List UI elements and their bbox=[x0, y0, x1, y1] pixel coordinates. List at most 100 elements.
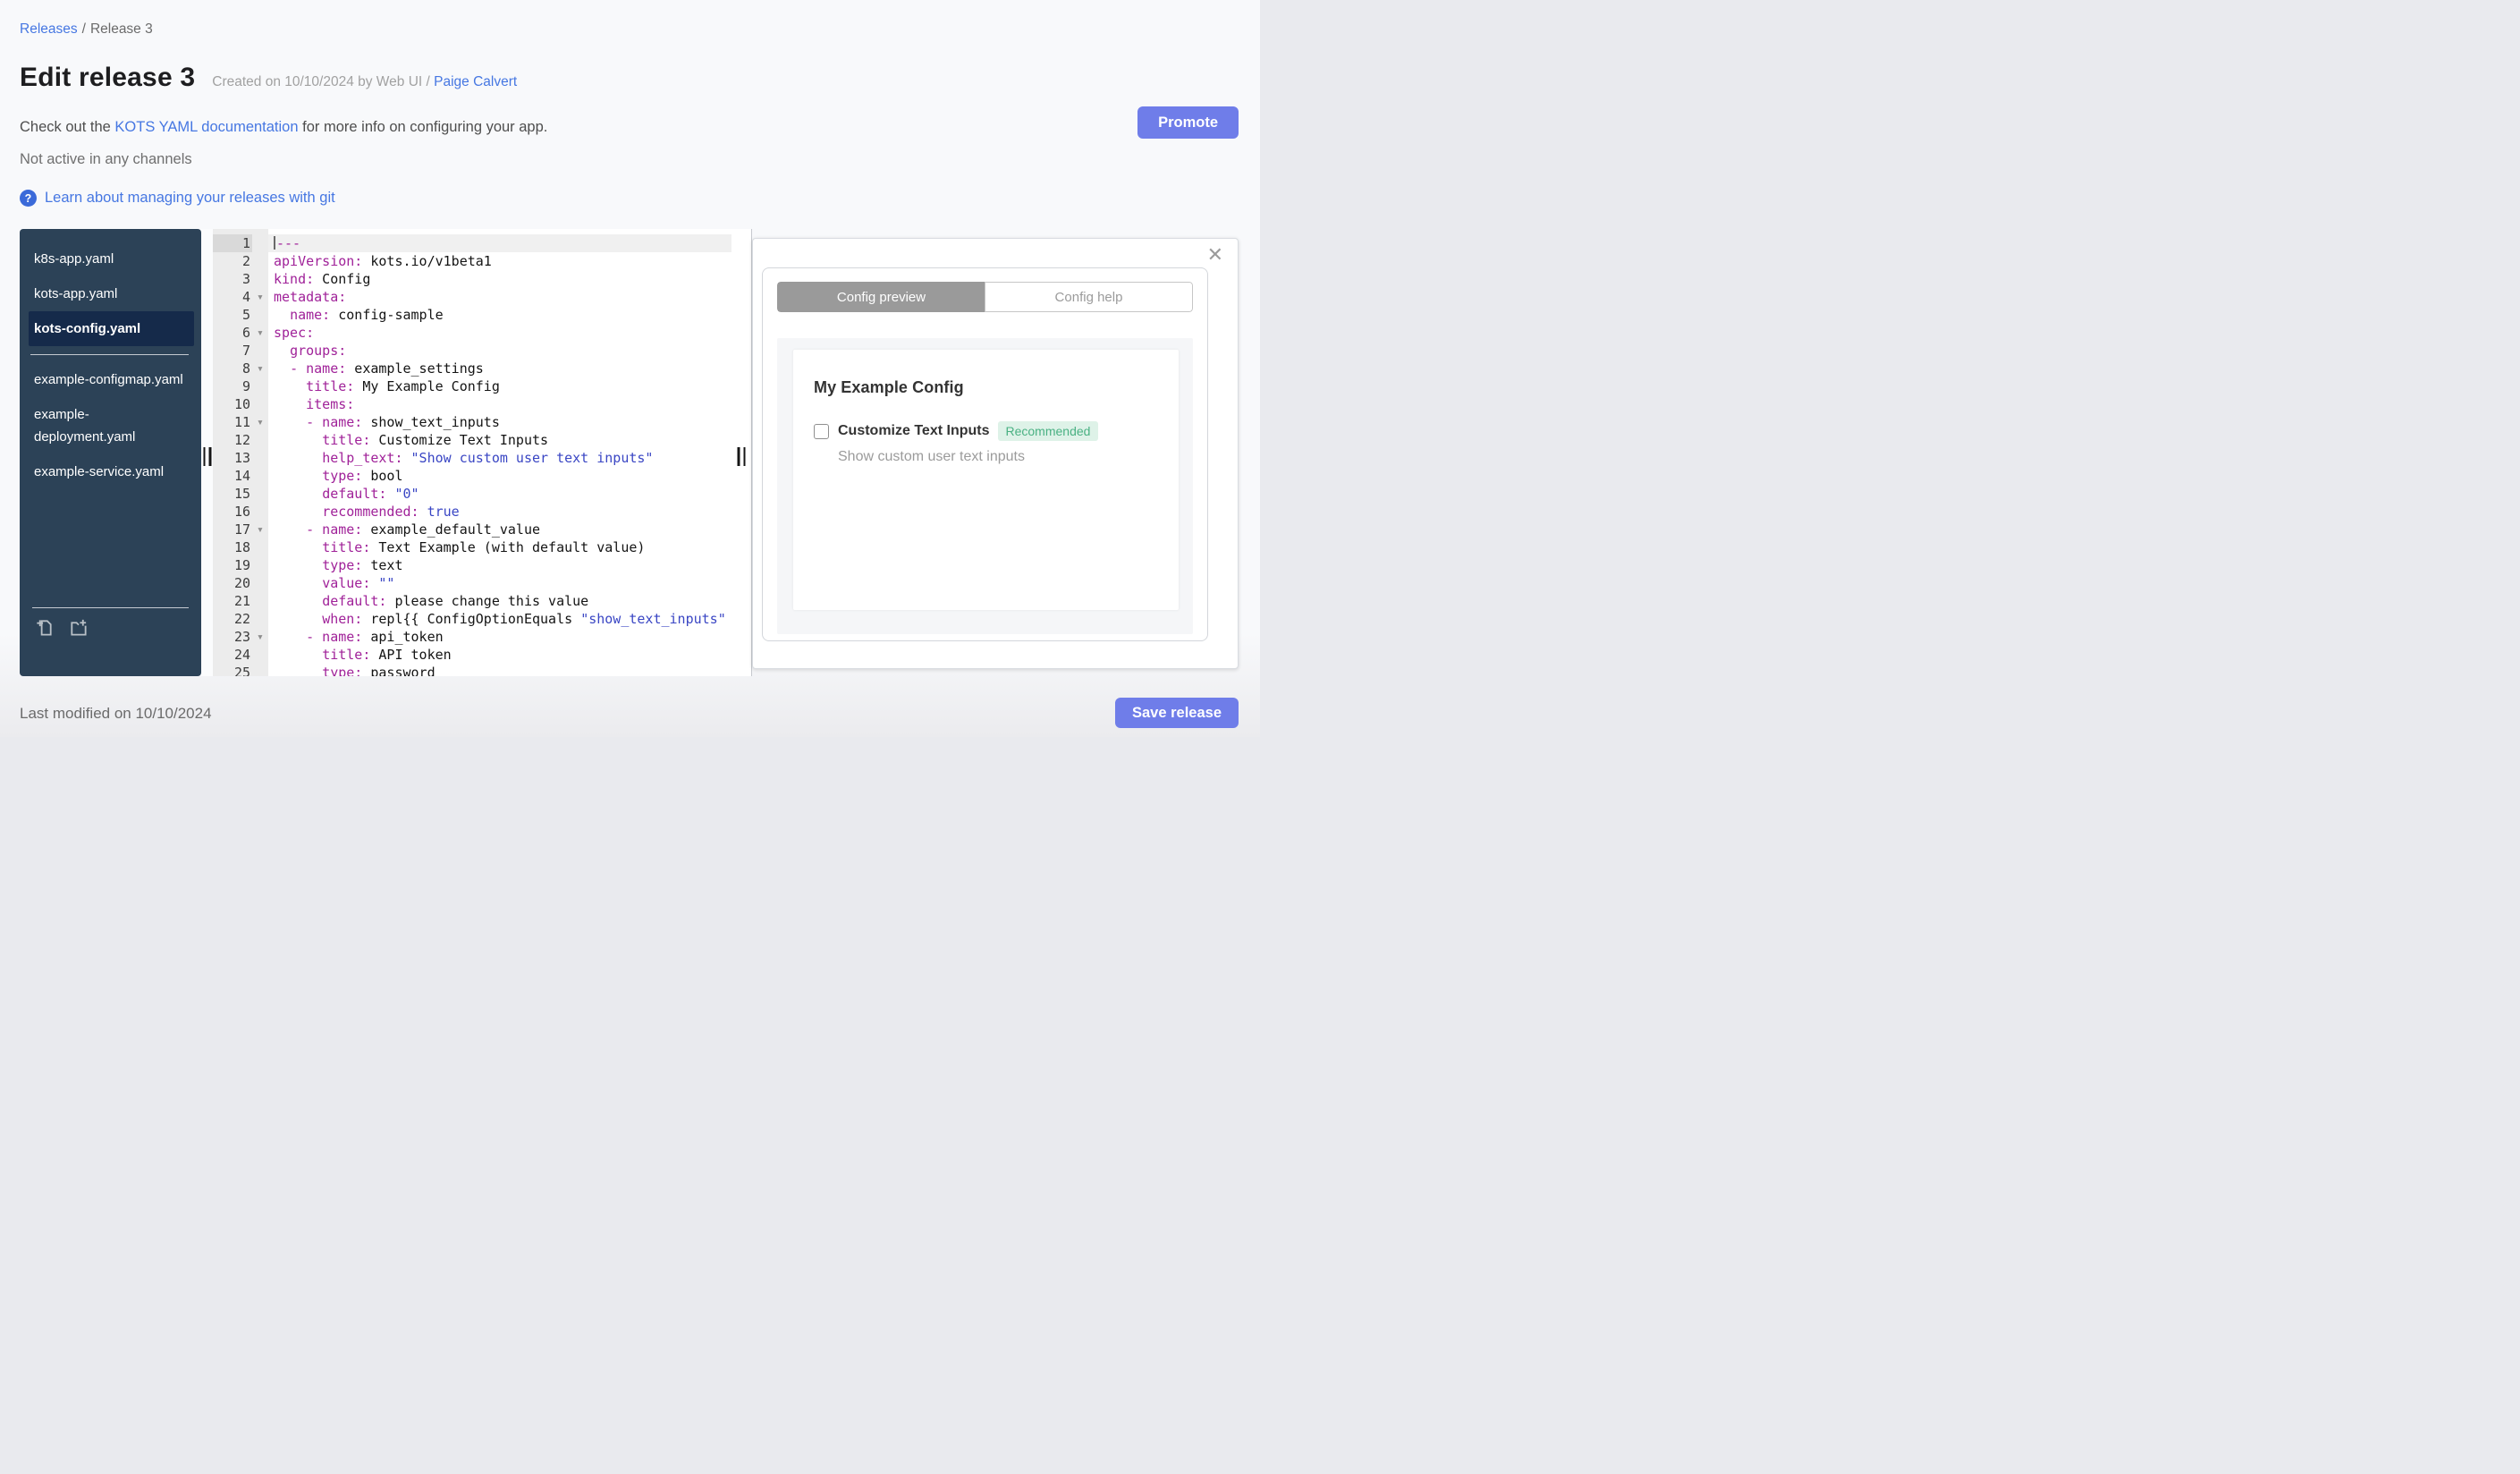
code-line[interactable]: 18 title: Text Example (with default val… bbox=[213, 538, 731, 556]
code-line[interactable]: 3 kind: Config bbox=[213, 270, 731, 288]
file-tree-item[interactable]: example-service.yaml bbox=[29, 454, 194, 489]
line-number: 22 bbox=[233, 611, 250, 627]
code-line[interactable]: 11 ▼ - name: show_text_inputs bbox=[213, 413, 731, 431]
config-group-title: My Example Config bbox=[814, 378, 964, 396]
fold-gutter bbox=[252, 395, 268, 413]
line-number: 11 bbox=[233, 414, 250, 430]
code-line[interactable]: 14 type: bool bbox=[213, 467, 731, 485]
config-item-checkbox[interactable] bbox=[814, 423, 829, 439]
line-number: 12 bbox=[233, 432, 250, 448]
code-line[interactable]: 17 ▼ - name: example_default_value bbox=[213, 521, 731, 538]
channel-status: Not active in any channels bbox=[20, 151, 192, 167]
fold-arrow-icon[interactable]: ▼ bbox=[252, 521, 268, 538]
code-text: type: password bbox=[322, 665, 436, 676]
docs-hint-after: for more info on configuring your app. bbox=[298, 119, 548, 135]
fold-arrow-icon[interactable]: ▼ bbox=[252, 324, 268, 342]
fold-arrow-icon[interactable]: ▼ bbox=[252, 628, 268, 646]
created-by-link[interactable]: Paige Calvert bbox=[434, 74, 517, 89]
code-line[interactable]: 4 ▼ metadata: bbox=[213, 288, 731, 306]
code-line[interactable]: 23 ▼ - name: api_token bbox=[213, 628, 731, 646]
code-line[interactable]: 20 value: "" bbox=[213, 574, 731, 592]
code-line[interactable]: 21 default: please change this value bbox=[213, 592, 731, 610]
title-row: Edit release 3 Created on 10/10/2024 by … bbox=[20, 63, 517, 93]
preview-tabbar: Config preview Config help bbox=[777, 282, 1193, 312]
line-number: 7 bbox=[241, 343, 250, 359]
code-text: kind: Config bbox=[274, 271, 371, 287]
created-text: Created on 10/10/2024 by Web UI / bbox=[212, 74, 430, 89]
fold-gutter bbox=[252, 592, 268, 610]
editor-resize-strip bbox=[731, 229, 752, 676]
code-text: type: text bbox=[322, 557, 403, 573]
line-number: 20 bbox=[233, 575, 250, 591]
tab-config-help[interactable]: Config help bbox=[985, 282, 1193, 312]
file-tree-item[interactable]: k8s-app.yaml bbox=[29, 241, 194, 276]
yaml-editor[interactable]: 1 --- 2 apiVersion: kots.io/v1beta1 3 kind: C… bbox=[213, 229, 731, 676]
code-line[interactable]: 5 name: config-sample bbox=[213, 306, 731, 324]
code-line[interactable]: 12 title: Customize Text Inputs bbox=[213, 431, 731, 449]
code-text: title: API token bbox=[322, 647, 452, 663]
line-number: 18 bbox=[233, 539, 250, 555]
add-file-icon[interactable] bbox=[34, 617, 55, 642]
code-text: --- bbox=[268, 234, 731, 252]
line-number: 3 bbox=[241, 271, 250, 287]
code-line[interactable]: 8 ▼ - name: example_settings bbox=[213, 360, 731, 377]
git-releases-link[interactable]: Learn about managing your releases with … bbox=[45, 190, 335, 207]
tab-config-preview[interactable]: Config preview bbox=[777, 282, 985, 312]
line-number: 14 bbox=[233, 468, 250, 484]
code-line[interactable]: 2 apiVersion: kots.io/v1beta1 bbox=[213, 252, 731, 270]
rendered-config-card: My Example Config Customize Text Inputs … bbox=[793, 350, 1179, 610]
preview-drag-handle[interactable] bbox=[737, 447, 746, 466]
kots-yaml-docs-link[interactable]: KOTS YAML documentation bbox=[114, 119, 298, 135]
code-text: default: "0" bbox=[322, 486, 419, 502]
add-folder-icon[interactable] bbox=[68, 617, 89, 642]
line-number: 23 bbox=[233, 629, 250, 645]
code-line[interactable]: 15 default: "0" bbox=[213, 485, 731, 503]
code-line[interactable]: 10 items: bbox=[213, 395, 731, 413]
code-text: apiVersion: kots.io/v1beta1 bbox=[274, 253, 492, 269]
file-tree-item[interactable]: example-deployment.yaml bbox=[29, 397, 194, 454]
breadcrumb-current: Release 3 bbox=[89, 21, 153, 37]
promote-button[interactable]: Promote bbox=[1137, 106, 1239, 139]
file-tree-item[interactable]: kots-config.yaml bbox=[29, 311, 194, 346]
code-line[interactable]: 13 help_text: "Show custom user text inp… bbox=[213, 449, 731, 467]
docs-hint: Check out the KOTS YAML documentation fo… bbox=[20, 119, 547, 136]
question-icon: ? bbox=[20, 190, 37, 207]
code-line[interactable]: 24 title: API token bbox=[213, 646, 731, 664]
code-line[interactable]: 7 groups: bbox=[213, 342, 731, 360]
code-line[interactable]: 1 --- bbox=[213, 234, 731, 252]
sidebar-drag-handle[interactable] bbox=[203, 447, 211, 466]
file-tree-item[interactable]: example-configmap.yaml bbox=[29, 362, 194, 397]
fold-gutter bbox=[252, 664, 268, 676]
code-text: spec: bbox=[274, 325, 315, 341]
fold-arrow-icon[interactable]: ▼ bbox=[252, 413, 268, 431]
fold-gutter bbox=[252, 270, 268, 288]
config-preview-card: Config preview Config help My Example Con… bbox=[762, 267, 1208, 641]
code-line[interactable]: 9 title: My Example Config bbox=[213, 377, 731, 395]
line-number: 2 bbox=[241, 253, 250, 269]
created-info: Created on 10/10/2024 by Web UI / Paige … bbox=[212, 74, 517, 90]
code-text: name: config-sample bbox=[290, 307, 444, 323]
code-text: metadata: bbox=[274, 289, 347, 305]
code-line[interactable]: 19 type: text bbox=[213, 556, 731, 574]
code-text: default: please change this value bbox=[322, 593, 589, 609]
docs-hint-before: Check out the bbox=[20, 119, 115, 135]
code-line[interactable]: 6 ▼ spec: bbox=[213, 324, 731, 342]
code-line[interactable]: 22 when: repl{{ ConfigOptionEquals "show… bbox=[213, 610, 731, 628]
line-number: 5 bbox=[241, 307, 250, 323]
fold-gutter bbox=[252, 449, 268, 467]
save-release-button[interactable]: Save release bbox=[1114, 698, 1239, 728]
fold-gutter bbox=[252, 556, 268, 574]
fold-gutter bbox=[252, 503, 268, 521]
code-line[interactable]: 25 type: password bbox=[213, 664, 731, 676]
file-tree-item[interactable]: kots-app.yaml bbox=[29, 276, 194, 311]
line-number: 9 bbox=[241, 378, 250, 394]
fold-gutter bbox=[252, 467, 268, 485]
close-icon[interactable]: ✕ bbox=[1207, 242, 1223, 269]
config-preview-panel: ✕ Config preview Config help My Example C… bbox=[752, 238, 1239, 669]
breadcrumb-releases-link[interactable]: Releases bbox=[20, 21, 78, 37]
code-line[interactable]: 16 recommended: true bbox=[213, 503, 731, 521]
fold-arrow-icon[interactable]: ▼ bbox=[252, 288, 268, 306]
fold-gutter bbox=[252, 538, 268, 556]
fold-arrow-icon[interactable]: ▼ bbox=[252, 360, 268, 377]
code-text: groups: bbox=[290, 343, 347, 359]
